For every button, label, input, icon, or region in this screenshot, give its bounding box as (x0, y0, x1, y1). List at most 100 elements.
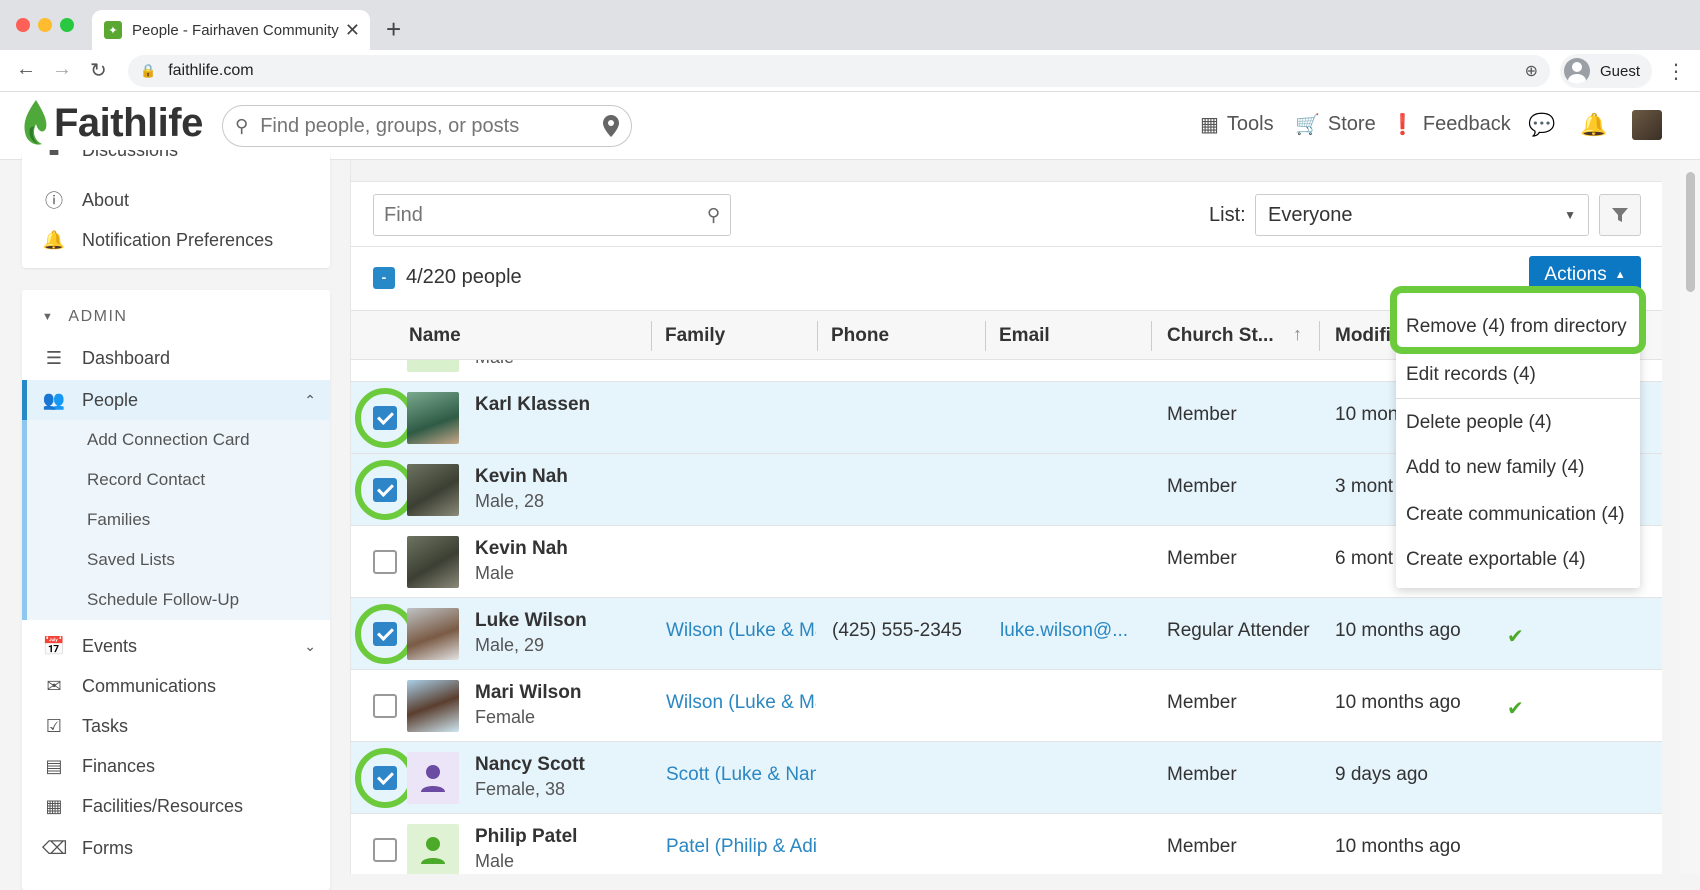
messages-icon[interactable]: 💬 (1528, 112, 1555, 138)
sidebar-item-finances[interactable]: ▤ Finances (22, 746, 330, 786)
row-checkbox[interactable] (373, 622, 397, 646)
new-tab-button[interactable]: + (386, 14, 401, 45)
column-divider[interactable] (985, 321, 986, 351)
profile-button[interactable]: Guest (1560, 54, 1653, 88)
forward-arrow-icon[interactable]: → (52, 58, 72, 81)
person-name[interactable]: Kevin Nah (475, 538, 568, 560)
sidebar-admin: ▼ ADMIN ☰ Dashboard 👥 People ⌃ Add Conne… (22, 290, 330, 890)
url-field[interactable]: 🔒 faithlife.com ⊕ (128, 55, 1550, 87)
column-header-modified[interactable]: Modifi (1335, 325, 1391, 347)
zoom-icon[interactable]: ⊕ (1525, 61, 1538, 81)
tools-button[interactable]: ▦ Tools (1200, 112, 1274, 137)
column-header-church-status[interactable]: Church St... (1167, 325, 1274, 347)
row-checkbox[interactable] (373, 550, 397, 574)
find-input[interactable] (384, 203, 707, 227)
notifications-bell-icon[interactable]: 🔔 (1580, 112, 1607, 138)
admin-section-header[interactable]: ▼ ADMIN (42, 308, 127, 326)
table-row[interactable]: Philip Patel Male Patel (Philip & Adi Me… (351, 814, 1662, 874)
person-subtitle: Male (475, 563, 515, 583)
browser-tab[interactable]: ✦ People - Fairhaven Community ✕ (92, 10, 370, 50)
row-checkbox[interactable] (373, 478, 397, 502)
email-link[interactable]: luke.wilson@... (1000, 620, 1140, 642)
sidebar-item-forms[interactable]: ⌫ Forms (22, 828, 330, 868)
sidebar-item-communications[interactable]: ✉ Communications (22, 666, 330, 706)
feedback-label: Feedback (1422, 113, 1511, 135)
sidebar-subitem-schedule-follow-up[interactable]: Schedule Follow-Up (22, 580, 330, 620)
family-link[interactable]: Scott (Luke & Nan (666, 764, 816, 786)
filter-icon (1612, 208, 1628, 222)
column-header-phone[interactable]: Phone (831, 325, 889, 347)
global-search-input[interactable] (260, 114, 603, 138)
sidebar-subitem-saved-lists[interactable]: Saved Lists (22, 540, 330, 580)
column-header-name[interactable]: Name (409, 325, 461, 347)
sidebar-item-discussions[interactable]: ■ Discussions (22, 150, 330, 170)
table-row[interactable]: Nancy Scott Female, 38 Scott (Luke & Nan… (351, 742, 1662, 814)
panel-top-strip (351, 160, 1662, 182)
table-row[interactable]: Luke Wilson Male, 29 Wilson (Luke & Ma (… (351, 598, 1662, 670)
family-link[interactable]: Wilson (Luke & Ma (666, 620, 816, 642)
sidebar-subitem-families[interactable]: Families (22, 500, 330, 540)
sidebar-item-people[interactable]: 👥 People ⌃ (22, 380, 330, 420)
list-select[interactable]: Everyone ▼ (1255, 194, 1589, 236)
global-search[interactable]: ⚲ (222, 105, 632, 147)
page-scrollbar-thumb[interactable] (1686, 172, 1695, 292)
row-checkbox[interactable] (373, 838, 397, 862)
sidebar-subitem-add-connection-card[interactable]: Add Connection Card (22, 420, 330, 460)
actions-menu: Remove (4) from directory Edit records (… (1390, 286, 1646, 588)
column-divider[interactable] (817, 321, 818, 351)
row-checkbox[interactable] (373, 766, 397, 790)
person-name[interactable]: Karl Klassen (475, 394, 590, 416)
column-divider[interactable] (1151, 321, 1152, 351)
person-name[interactable]: Luke Wilson (475, 610, 587, 632)
sidebar-subitem-record-contact[interactable]: Record Contact (22, 460, 330, 500)
filter-button[interactable] (1599, 194, 1641, 236)
column-divider[interactable] (651, 321, 652, 351)
person-name[interactable]: Mari Wilson (475, 682, 581, 704)
row-checkbox[interactable] (373, 694, 397, 718)
menu-item-add-to-new-family[interactable]: Add to new family (4) (1406, 457, 1584, 479)
menu-item-create-communication[interactable]: Create communication (4) (1406, 504, 1625, 526)
sidebar-item-tasks[interactable]: ☑ Tasks (22, 706, 330, 746)
person-name[interactable]: Kevin Nah (475, 466, 568, 488)
sidebar-item-events[interactable]: 📅 Events ⌄ (22, 626, 330, 666)
select-all-checkbox[interactable]: - (373, 267, 395, 289)
brand-name: Faithlife (54, 100, 203, 145)
column-header-email[interactable]: Email (999, 325, 1050, 347)
person-name[interactable]: Philip Patel (475, 826, 577, 848)
back-arrow-icon[interactable]: ← (16, 58, 36, 81)
store-button[interactable]: 🛒 Store (1295, 112, 1376, 137)
user-avatar[interactable] (1632, 110, 1662, 140)
browser-menu-icon[interactable]: ⋮ (1666, 59, 1686, 84)
feedback-button[interactable]: ❗ Feedback (1390, 112, 1511, 137)
location-pin-icon[interactable] (603, 115, 619, 137)
avatar (407, 360, 459, 372)
faithlife-logo[interactable]: Faithlife (20, 98, 203, 148)
sort-ascending-icon[interactable]: ↑ (1293, 324, 1302, 345)
menu-item-create-exportable[interactable]: Create exportable (4) (1406, 549, 1586, 571)
cart-icon: 🛒 (1295, 114, 1320, 136)
people-icon: 👥 (42, 389, 66, 410)
family-link[interactable]: Patel (Philip & Adi (666, 836, 816, 858)
reload-icon[interactable]: ↻ (90, 58, 107, 83)
column-divider[interactable] (1319, 321, 1320, 351)
menu-item-edit-records[interactable]: Edit records (4) (1406, 364, 1536, 386)
sidebar-item-facilities[interactable]: ▦ Facilities/Resources (22, 786, 330, 826)
sidebar-item-notification-preferences[interactable]: 🔔 Notification Preferences (22, 220, 330, 260)
minimize-window-button[interactable] (38, 18, 52, 32)
menu-item-remove-from-directory[interactable]: Remove (4) from directory (1406, 316, 1627, 338)
maximize-window-button[interactable] (60, 18, 74, 32)
person-name[interactable]: Nancy Scott (475, 754, 585, 776)
tab-close-icon[interactable]: ✕ (345, 20, 360, 41)
browser-tab-bar: ✦ People - Fairhaven Community ✕ + (0, 0, 1700, 50)
close-window-button[interactable] (16, 18, 30, 32)
sidebar-item-about[interactable]: ⓘ About (22, 180, 330, 220)
row-checkbox[interactable] (373, 406, 397, 430)
family-link[interactable]: Wilson (Luke & Ma (666, 692, 816, 714)
sidebar-item-dashboard[interactable]: ☰ Dashboard (22, 338, 330, 378)
column-header-family[interactable]: Family (665, 325, 725, 347)
table-row[interactable]: Mari Wilson Female Wilson (Luke & Ma Mem… (351, 670, 1662, 742)
sidebar-item-label: Saved Lists (87, 550, 175, 569)
find-field[interactable]: ⚲ (373, 194, 731, 236)
sidebar-group-top: ■ Discussions ⓘ About 🔔 Notification Pre… (22, 150, 330, 268)
menu-item-delete-people[interactable]: Delete people (4) (1406, 412, 1552, 434)
